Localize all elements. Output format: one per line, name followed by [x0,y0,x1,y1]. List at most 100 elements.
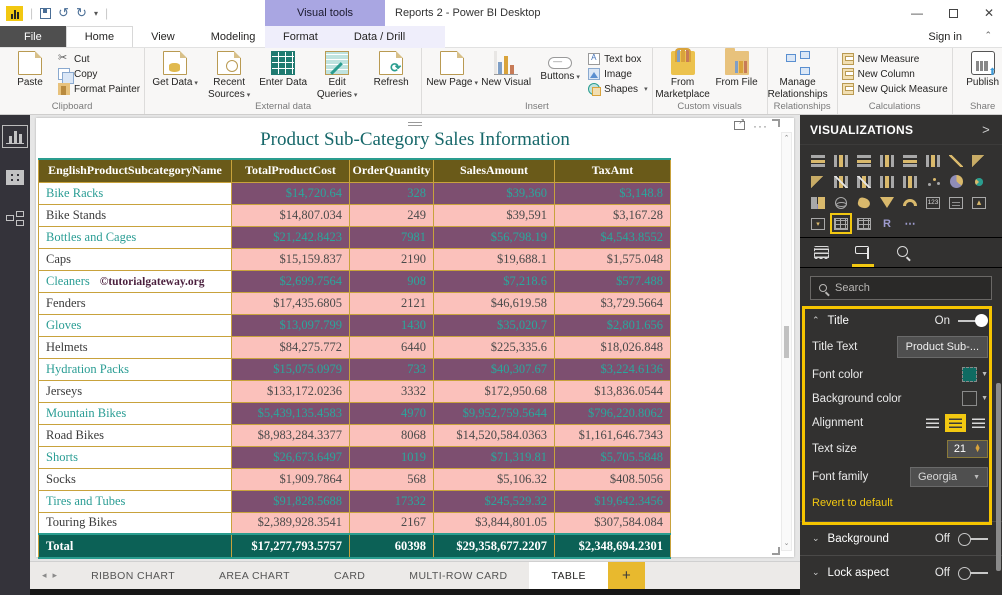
from-file-button[interactable]: From File [711,50,763,89]
background-section-row[interactable]: ⌄ Background Off [800,521,1002,555]
font-color-picker[interactable]: ▼ [962,367,988,382]
viz-icon-gauge[interactable] [900,193,920,212]
background-color-swatch[interactable] [962,391,977,406]
copy-button[interactable]: Copy [58,68,140,80]
column-header-orderquantity[interactable]: OrderQuantity [350,159,434,182]
viz-icon-area-chart[interactable] [969,151,989,170]
table-row[interactable]: Shorts$26,673.64971019$71,319.81$5,705.5… [39,446,671,468]
undo-icon[interactable]: ↺ [58,5,69,21]
maximize-button[interactable] [949,9,958,18]
table-row[interactable]: Bike Racks$14,720.64328$39,360$3,148.8 [39,182,671,204]
table-row[interactable]: Bike Stands$14,807.034249$39,591$3,167.2… [39,204,671,226]
shapes-button[interactable]: Shapes▾ [588,83,647,95]
tab-data-drill[interactable]: Data / Drill [336,26,423,48]
buttons-button[interactable]: Buttons▾ [534,50,586,83]
next-page-icon[interactable]: ▸ [53,570,58,581]
viz-icon-ribbon-chart[interactable] [877,172,897,191]
background-toggle[interactable] [958,532,988,545]
table-row[interactable]: Hydration Packs$15,075.0979733$40,307.67… [39,358,671,380]
enter-data-button[interactable]: Enter Data [257,50,309,89]
viz-icon-clustered-bar-chart[interactable] [854,151,874,170]
recent-sources-button[interactable]: Recent Sources▾ [203,50,255,100]
text-box-button[interactable]: Text box [588,53,647,65]
data-view-icon[interactable] [6,170,24,185]
scroll-up-icon[interactable]: ⌃ [784,133,790,145]
viz-icon-more-options[interactable]: ⋯ [900,214,920,233]
model-view-icon[interactable] [6,211,24,226]
get-data-button[interactable]: Get Data▾ [149,50,201,89]
manage-relationships-button[interactable]: Manage Relationships [772,50,824,100]
table-row[interactable]: Socks$1,909.7864568$5,106.32$408.5056 [39,468,671,490]
align-center-button[interactable] [946,415,965,431]
page-tab-table[interactable]: TABLE [529,562,607,589]
scroll-down-icon[interactable]: ⌄ [784,538,790,550]
viz-icon-card[interactable]: 123 [923,193,943,212]
column-header-totalproductcost[interactable]: TotalProductCost [232,159,350,182]
table-row[interactable]: Tires and Tubes$91,828.568817332$245,529… [39,490,671,512]
text-size-stepper[interactable]: 21 ▲▼ [947,440,988,458]
more-options-icon[interactable]: ··· [753,123,768,129]
viz-icon-matrix[interactable] [854,214,874,233]
viz-icon-treemap[interactable] [808,193,828,212]
table-row[interactable]: Caps$15,159.8372190$19,688.1$1,575.048 [39,248,671,270]
viz-icon-r-script-visual[interactable]: R [877,214,897,233]
refresh-button[interactable]: Refresh [365,50,417,89]
new-page-button[interactable]: New Page▾ [426,50,478,89]
viz-icon-funnel[interactable] [877,193,897,212]
page-tab-ribbon-chart[interactable]: RIBBON CHART [69,562,197,589]
image-button[interactable]: Image [588,68,647,80]
page-tab-area-chart[interactable]: AREA CHART [197,562,312,589]
customize-toolbar-icon[interactable]: ▾ [94,9,98,18]
new-quick-measure-button[interactable]: New Quick Measure [842,83,948,95]
column-header-taxamt[interactable]: TaxAmt [555,159,671,182]
viz-icon-waterfall-chart[interactable] [900,172,920,191]
viz-icon-donut-chart[interactable] [969,172,989,191]
viz-icon-line-chart[interactable] [946,151,966,170]
tab-home[interactable]: Home [66,26,133,47]
table-row[interactable]: Bottles and Cages$21,242.84237981$56,798… [39,226,671,248]
tab-view[interactable]: View [133,26,193,47]
table-row[interactable]: Touring Bikes$2,389,928.35412167$3,844,8… [39,512,671,534]
viz-icon-line-clustered-column-chart[interactable] [854,172,874,191]
visual-scrollbar[interactable]: ⌃ ⌄ [781,132,792,551]
save-icon[interactable] [40,8,51,19]
lock-aspect-section-row[interactable]: ⌄ Lock aspect Off [800,555,1002,589]
table-visual[interactable]: EnglishProductSubcategoryNameTotalProduc… [38,158,671,559]
panel-scrollbar[interactable] [996,383,1001,571]
font-family-select[interactable]: Georgia ▼ [910,467,988,487]
tab-file[interactable]: File [0,26,66,47]
revert-to-default-link[interactable]: Revert to default [812,497,988,509]
table-row[interactable]: Fenders$17,435.68052121$46,619.58$3,729.… [39,292,671,314]
report-page[interactable]: ··· Product Sub-Category Sales Informati… [36,118,794,557]
lock-aspect-toggle[interactable] [958,566,988,579]
viz-icon-stacked-bar-chart[interactable] [808,151,828,170]
viz-icon-stacked-area-chart[interactable] [808,172,828,191]
edit-queries-button[interactable]: Edit Queries▾ [311,50,363,100]
from-marketplace-button[interactable]: From Marketplace [657,50,709,100]
new-measure-button[interactable]: New Measure [842,53,948,65]
table-row[interactable]: Helmets$84,275.7726440$225,335.6$18,026.… [39,336,671,358]
close-button[interactable]: ✕ [984,6,994,20]
viz-icon-pie-chart[interactable] [946,172,966,191]
align-left-button[interactable] [923,415,942,431]
new-visual-button[interactable]: New Visual [480,50,532,89]
scrollbar-thumb[interactable] [784,326,789,358]
table-row[interactable]: Road Bikes$8,983,284.33778068$14,520,584… [39,424,671,446]
viz-icon-100-stacked-bar-chart[interactable] [900,151,920,170]
paste-button[interactable]: Paste [4,50,56,89]
collapse-panel-icon[interactable]: > [982,122,990,137]
title-section-header[interactable]: ⌃ Title [812,315,849,327]
cut-button[interactable]: Cut [58,53,140,65]
page-tab-multi-row-card[interactable]: MULTI-ROW CARD [387,562,529,589]
visual-drag-handle[interactable] [408,120,422,128]
title-toggle[interactable] [958,314,988,327]
tab-modeling[interactable]: Modeling [193,26,274,47]
focus-mode-icon[interactable] [734,121,745,130]
collapse-ribbon-icon[interactable]: ⌃ [984,30,992,41]
format-search-input[interactable]: Search [810,276,992,300]
viz-icon-map[interactable] [831,193,851,212]
column-header-englishproductsubcategoryname[interactable]: EnglishProductSubcategoryName [39,159,232,182]
tab-format[interactable] [855,238,871,267]
tab-fields[interactable] [814,238,829,267]
background-color-picker[interactable]: ▼ [962,391,988,406]
